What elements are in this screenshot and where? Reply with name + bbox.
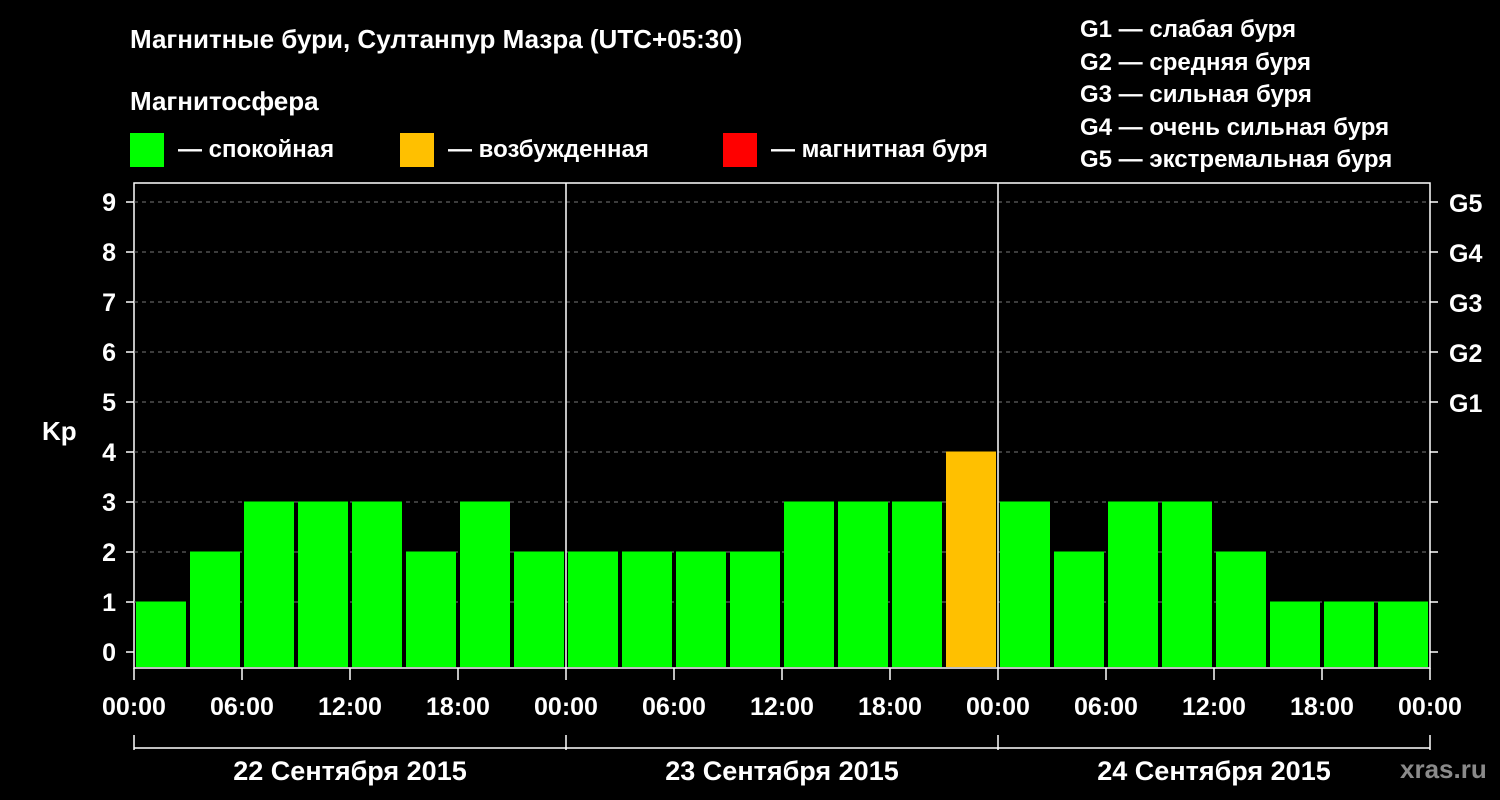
y-tick-label: 3 — [102, 489, 116, 517]
g-level-label: G4 — [1449, 240, 1482, 268]
day-label: 23 Сентября 2015 — [665, 756, 898, 786]
y-tick-label: 5 — [102, 389, 116, 417]
x-tick-label: 18:00 — [858, 693, 922, 721]
kp-bar — [730, 551, 780, 667]
y-tick-label: 7 — [102, 289, 116, 317]
x-tick-label: 18:00 — [1290, 693, 1354, 721]
kp-bar — [1108, 501, 1158, 667]
g-level-label: G1 — [1449, 390, 1482, 418]
y-tick-label: 4 — [102, 439, 116, 467]
kp-bar — [190, 551, 240, 667]
g-level-label: G2 — [1449, 340, 1482, 368]
x-tick-label: 12:00 — [1182, 693, 1246, 721]
g-level-label: G5 — [1449, 190, 1482, 218]
x-tick-label: 06:00 — [210, 693, 274, 721]
kp-bar — [136, 601, 186, 667]
x-tick-label: 00:00 — [534, 693, 598, 721]
x-tick-label: 12:00 — [318, 693, 382, 721]
kp-bar — [676, 551, 726, 667]
kp-bar — [244, 501, 294, 667]
x-tick-label: 18:00 — [426, 693, 490, 721]
x-tick-label: 00:00 — [1398, 693, 1462, 721]
day-label: 24 Сентября 2015 — [1097, 756, 1330, 786]
x-tick-label: 06:00 — [1074, 693, 1138, 721]
kp-bar — [1162, 501, 1212, 667]
kp-bar — [784, 501, 834, 667]
kp-bar — [514, 551, 564, 667]
kp-bar — [1216, 551, 1266, 667]
x-tick-label: 06:00 — [642, 693, 706, 721]
g-level-label: G3 — [1449, 290, 1482, 318]
kp-bar — [1054, 551, 1104, 667]
kp-bar — [406, 551, 456, 667]
kp-bar — [568, 551, 618, 667]
x-tick-label: 00:00 — [966, 693, 1030, 721]
kp-bar — [298, 501, 348, 667]
kp-bar — [946, 451, 996, 667]
x-tick-label: 12:00 — [750, 693, 814, 721]
y-tick-label: 1 — [102, 589, 116, 617]
day-label: 22 Сентября 2015 — [233, 756, 466, 786]
x-tick-label: 00:00 — [102, 693, 166, 721]
kp-bar — [460, 501, 510, 667]
kp-bar — [838, 501, 888, 667]
kp-bar — [1000, 501, 1050, 667]
brand-watermark: xras.ru — [1400, 754, 1487, 784]
y-tick-label: 6 — [102, 339, 116, 367]
y-axis-label: Kp — [42, 416, 77, 446]
kp-bar — [1270, 601, 1320, 667]
y-tick-label: 0 — [102, 639, 116, 667]
kp-bar — [892, 501, 942, 667]
kp-bar — [352, 501, 402, 667]
y-tick-label: 2 — [102, 539, 116, 567]
y-tick-label: 8 — [102, 239, 116, 267]
kp-bar — [1324, 601, 1374, 667]
kp-chart: 0 1 2 3 4 5 6 7 8 9 G1 G2 G3 G4 G5 Kp 00:00 06:00 12:00 18:… — [42, 182, 1482, 786]
kp-bar — [622, 551, 672, 667]
y-tick-label: 9 — [102, 189, 116, 217]
kp-bar — [1378, 601, 1428, 667]
